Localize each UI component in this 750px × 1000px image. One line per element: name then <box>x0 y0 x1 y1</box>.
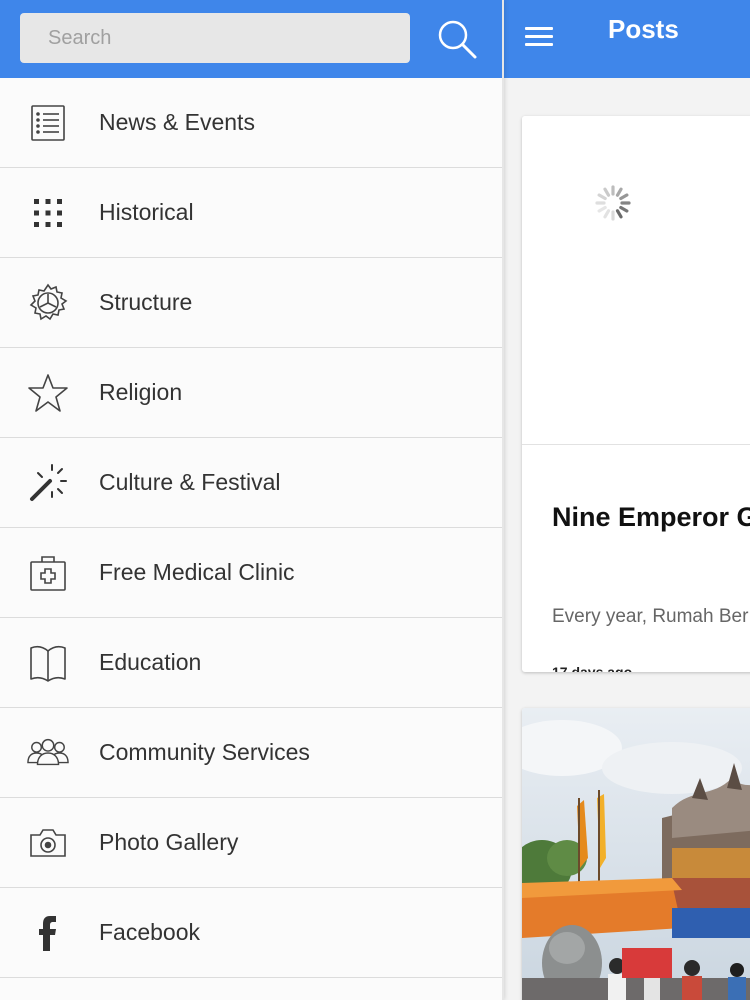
post-card[interactable]: Nine Emperor G Every year, Rumah Ber 17 … <box>522 116 750 672</box>
loading-spinner-icon <box>595 185 631 221</box>
facebook-icon <box>27 912 69 954</box>
menu-item-structure[interactable]: Structure <box>0 258 502 348</box>
app-toolbar: Posts <box>504 0 750 78</box>
drawer-menu: News & Events Historical Structure Relig… <box>0 78 502 978</box>
star-icon <box>27 372 69 414</box>
grid-dots-icon <box>27 192 69 234</box>
navigation-drawer: News & Events Historical <box>0 0 502 1000</box>
menu-item-historical[interactable]: Historical <box>0 168 502 258</box>
medical-kit-icon <box>27 552 69 594</box>
post-image-placeholder <box>522 116 750 445</box>
menu-item-photo-gallery[interactable]: Photo Gallery <box>0 798 502 888</box>
menu-item-religion[interactable]: Religion <box>0 348 502 438</box>
book-icon <box>27 642 69 684</box>
menu-item-label: Religion <box>99 379 183 405</box>
people-icon <box>27 732 69 774</box>
menu-item-free-medical-clinic[interactable]: Free Medical Clinic <box>0 528 502 618</box>
gear-icon <box>27 282 69 324</box>
drawer-header <box>0 0 502 78</box>
menu-item-facebook[interactable]: Facebook <box>0 888 502 978</box>
menu-item-label: Photo Gallery <box>99 829 239 855</box>
menu-item-education[interactable]: Education <box>0 618 502 708</box>
menu-item-label: News & Events <box>99 109 255 135</box>
list-icon <box>27 102 69 144</box>
temple-festival-photo <box>522 708 750 1000</box>
menu-item-label: Free Medical Clinic <box>99 559 295 585</box>
hamburger-menu-icon[interactable] <box>522 22 556 56</box>
menu-item-label: Structure <box>99 289 193 315</box>
search-icon[interactable] <box>434 16 480 62</box>
menu-item-label: Community Services <box>99 739 310 765</box>
menu-item-label: Facebook <box>99 919 201 945</box>
post-card[interactable] <box>522 708 750 1000</box>
menu-item-label: Historical <box>99 199 194 225</box>
post-title[interactable]: Nine Emperor G <box>552 502 750 533</box>
search-input[interactable] <box>20 13 410 63</box>
page-title: Posts <box>608 14 679 44</box>
post-timestamp: 17 days ago <box>552 664 633 672</box>
camera-icon <box>27 822 69 864</box>
menu-item-label: Culture & Festival <box>99 469 281 495</box>
menu-item-community-services[interactable]: Community Services <box>0 708 502 798</box>
menu-item-label: Education <box>99 649 202 675</box>
post-excerpt: Every year, Rumah Ber <box>552 606 749 627</box>
magic-wand-icon <box>27 462 69 504</box>
posts-list[interactable]: Nine Emperor G Every year, Rumah Ber 17 … <box>504 78 750 1000</box>
menu-item-culture-festival[interactable]: Culture & Festival <box>0 438 502 528</box>
menu-item-news-events[interactable]: News & Events <box>0 78 502 168</box>
drawer-edge-divider <box>502 0 504 1000</box>
